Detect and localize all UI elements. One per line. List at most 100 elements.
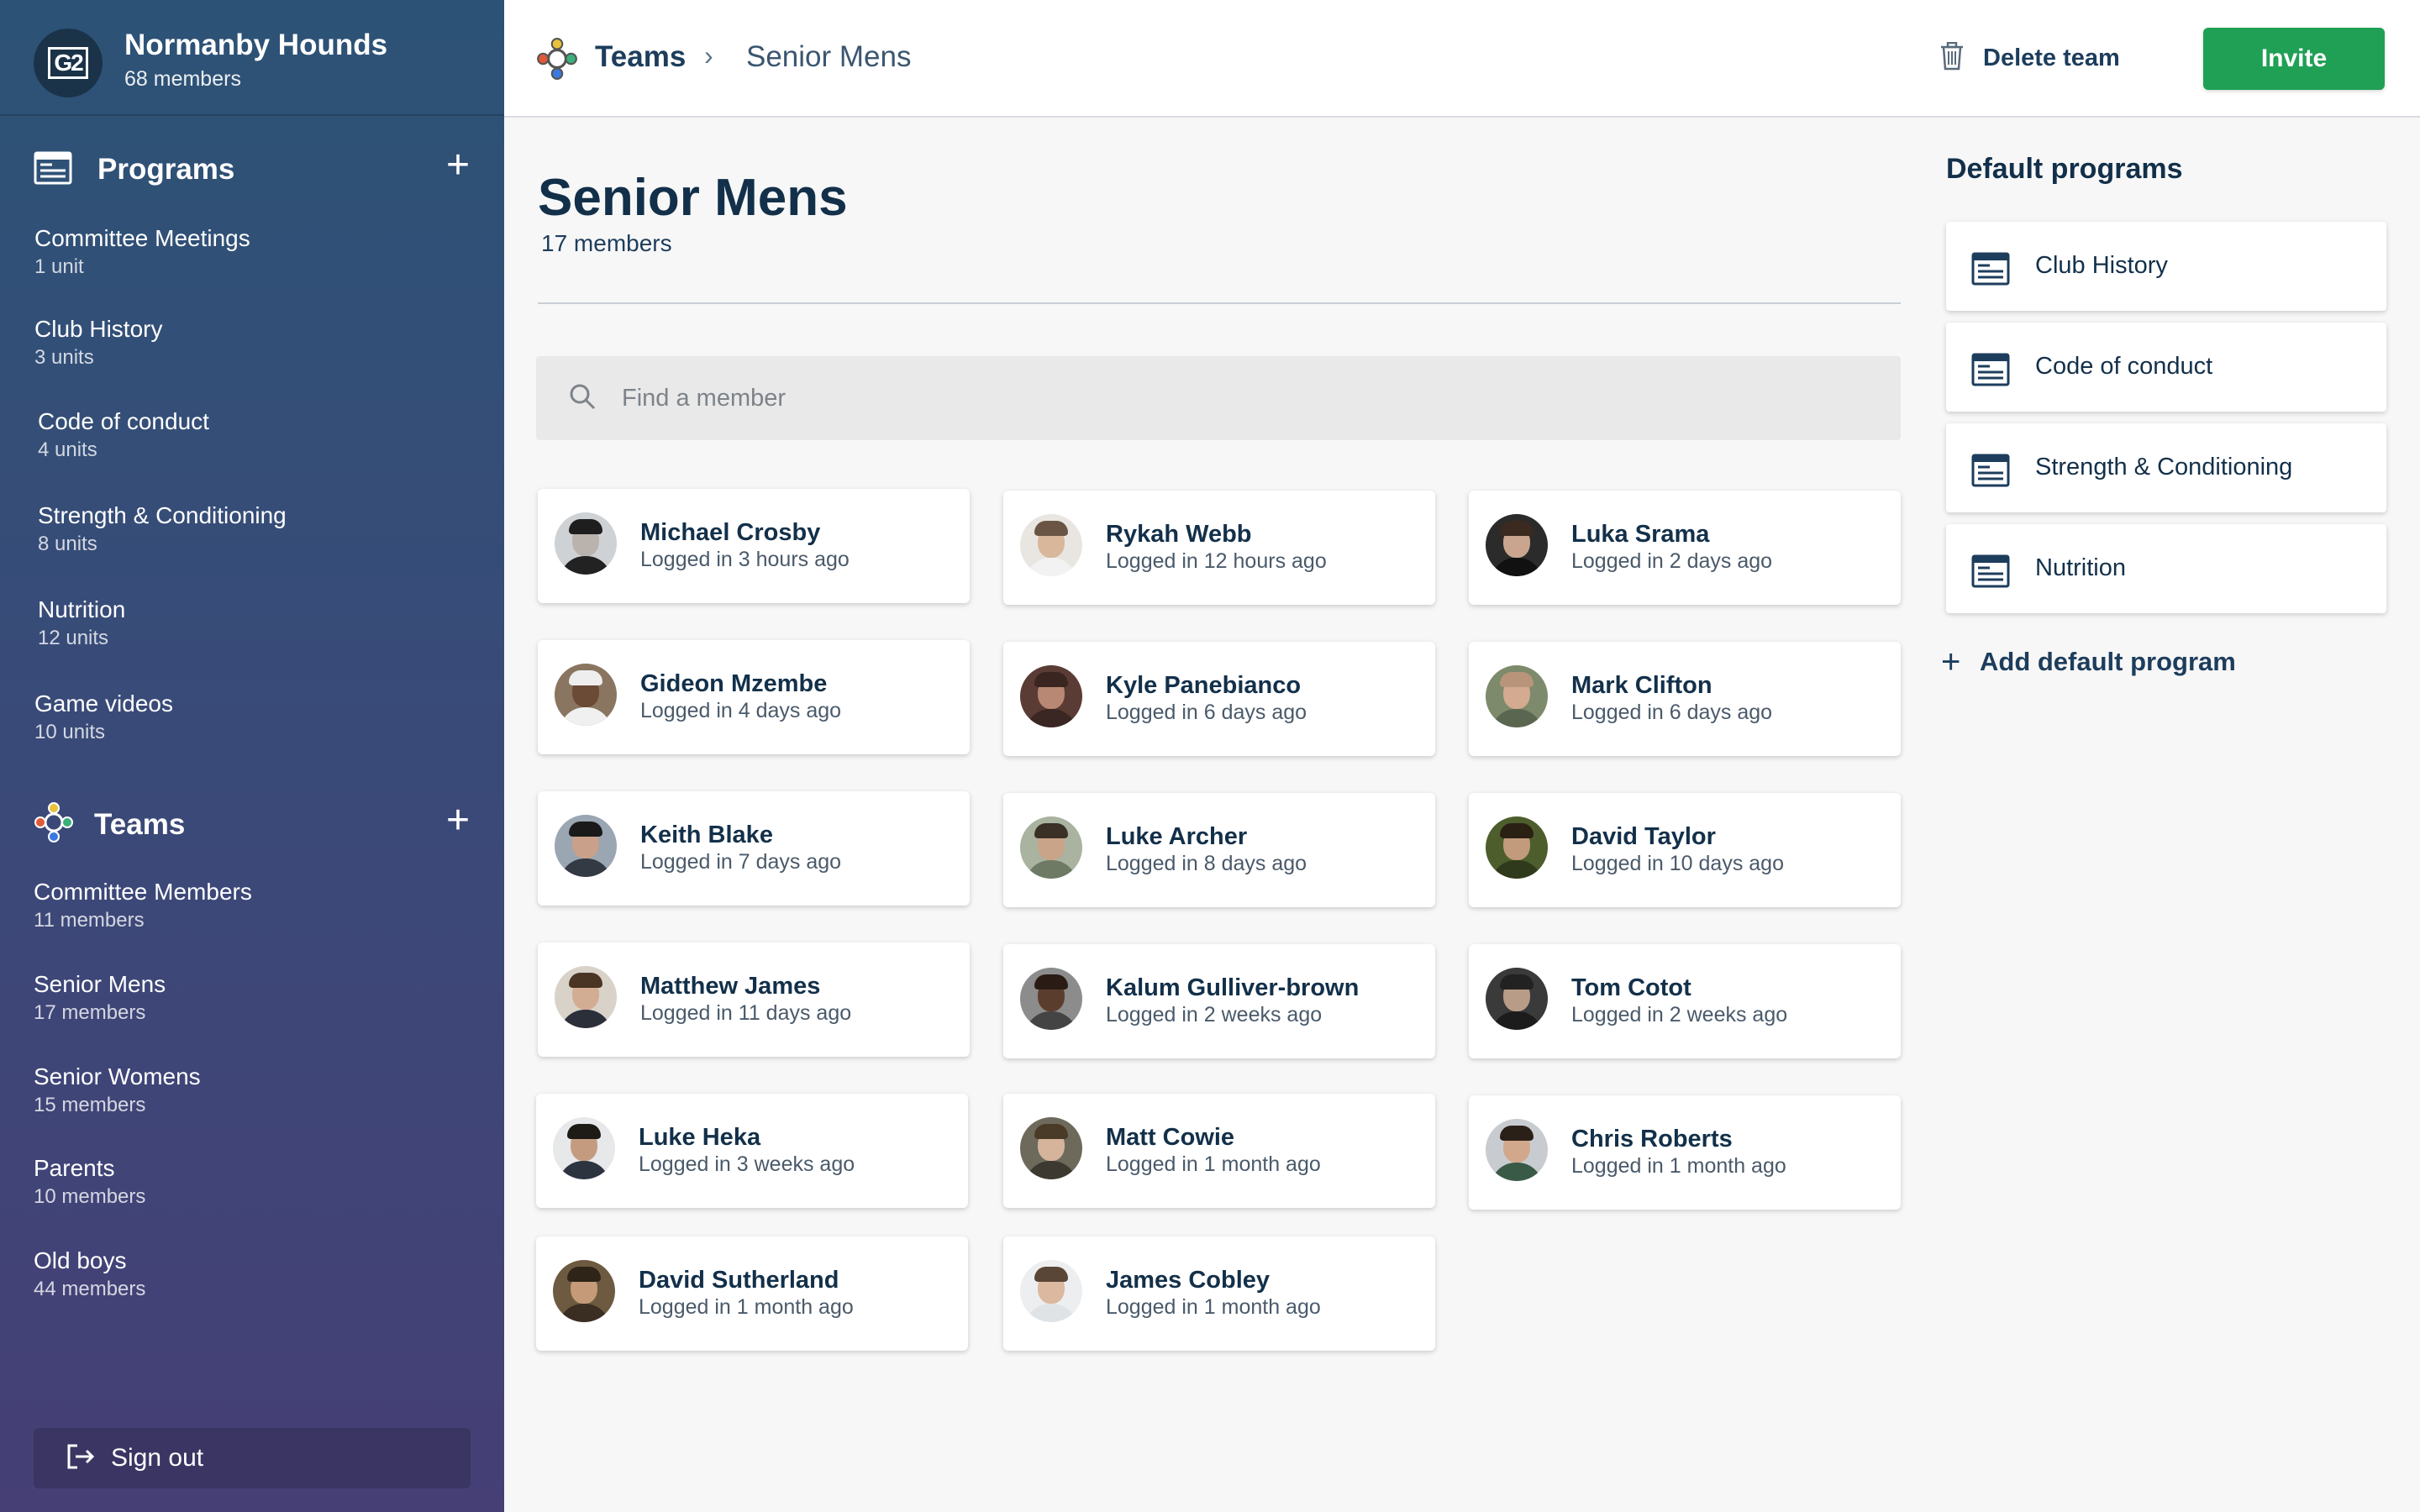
avatar: [1020, 514, 1082, 576]
programs-title: Programs: [97, 153, 235, 186]
default-program-label: Nutrition: [2035, 554, 2126, 581]
default-program-label: Club History: [2035, 252, 2168, 279]
default-program-item[interactable]: Club History: [1946, 222, 2386, 311]
member-name: Rykah Webb: [1106, 521, 1252, 548]
org-logo: G2: [34, 29, 103, 97]
team-icon: [34, 801, 74, 848]
member-card[interactable]: David Sutherland Logged in 1 month ago: [536, 1236, 968, 1351]
member-name: Chris Roberts: [1571, 1126, 1733, 1152]
member-status: Logged in 7 days ago: [640, 850, 842, 874]
breadcrumb-teams-link[interactable]: Teams: [595, 40, 686, 74]
member-name: Kalum Gulliver-brown: [1106, 974, 1360, 1001]
avatar: [1486, 968, 1548, 1030]
member-name: James Cobley: [1106, 1267, 1270, 1294]
add-default-program-button[interactable]: + Add default program: [1941, 643, 2236, 680]
avatar: [555, 512, 617, 575]
member-card[interactable]: Keith Blake Logged in 7 days ago: [538, 791, 970, 906]
sidebar-program-committee-meetings[interactable]: Committee Meetings 1 unit: [34, 225, 471, 279]
member-name: Luke Heka: [639, 1124, 761, 1151]
sidebar-team-senior-mens[interactable]: Senior Mens 17 members: [34, 971, 471, 1025]
avatar: [1486, 816, 1548, 879]
member-status: Logged in 1 month ago: [1571, 1154, 1786, 1178]
default-program-label: Strength & Conditioning: [2035, 454, 2293, 480]
default-program-item[interactable]: Code of conduct: [1946, 323, 2386, 412]
breadcrumb-separator: ›: [704, 40, 713, 71]
document-icon: [1971, 353, 2010, 391]
org-name: Normanby Hounds: [124, 29, 388, 61]
add-program-plus-icon[interactable]: +: [437, 145, 479, 188]
sidebar-team-parents[interactable]: Parents 10 members: [34, 1155, 471, 1209]
sidebar-team-senior-womens[interactable]: Senior Womens 15 members: [34, 1063, 471, 1117]
sign-out-button[interactable]: Sign out: [34, 1428, 471, 1488]
programs-header: Programs +: [34, 143, 479, 193]
avatar: [1020, 1260, 1082, 1322]
member-card[interactable]: David Taylor Logged in 10 days ago: [1469, 793, 1901, 907]
member-status: Logged in 1 month ago: [1106, 1295, 1321, 1319]
member-card[interactable]: Luke Heka Logged in 3 weeks ago: [536, 1094, 968, 1208]
avatar: [1486, 514, 1548, 576]
member-card[interactable]: Gideon Mzembe Logged in 4 days ago: [538, 640, 970, 754]
member-status: Logged in 4 days ago: [640, 699, 842, 722]
member-card[interactable]: Luka Srama Logged in 2 days ago: [1469, 491, 1901, 605]
member-status: Logged in 6 days ago: [1106, 701, 1307, 724]
sidebar-team-committee-members[interactable]: Committee Members 11 members: [34, 879, 471, 932]
document-icon: [34, 151, 72, 189]
member-card[interactable]: Mark Clifton Logged in 6 days ago: [1469, 642, 1901, 756]
member-search[interactable]: [536, 356, 1901, 440]
member-card[interactable]: Kyle Panebianco Logged in 6 days ago: [1003, 642, 1435, 756]
sidebar-program-club-history[interactable]: Club History 3 units: [34, 316, 471, 370]
avatar: [1020, 968, 1082, 1030]
member-card[interactable]: Chris Roberts Logged in 1 month ago: [1469, 1095, 1901, 1210]
member-status: Logged in 6 days ago: [1571, 701, 1773, 724]
search-icon: [568, 382, 597, 415]
member-status: Logged in 3 hours ago: [640, 548, 850, 571]
team-icon: [536, 37, 578, 85]
org-header[interactable]: G2 Normanby Hounds 68 members: [0, 0, 504, 116]
invite-button[interactable]: Invite: [2203, 28, 2385, 90]
default-program-item[interactable]: Nutrition: [1946, 524, 2386, 613]
member-name: Keith Blake: [640, 822, 773, 848]
teams-header: Teams +: [34, 798, 479, 848]
avatar: [553, 1117, 615, 1179]
avatar: [555, 664, 617, 726]
member-status: Logged in 10 days ago: [1571, 852, 1784, 875]
add-default-program-label: Add default program: [1980, 647, 2236, 676]
sign-out-icon: [66, 1443, 96, 1474]
member-card[interactable]: Matthew James Logged in 11 days ago: [538, 942, 970, 1057]
sidebar: G2 Normanby Hounds 68 members Programs +…: [0, 0, 504, 1512]
member-name: Matthew James: [640, 973, 821, 1000]
member-status: Logged in 2 weeks ago: [1106, 1003, 1323, 1026]
sidebar-program-game-videos[interactable]: Game videos 10 units: [34, 690, 471, 744]
org-member-count: 68 members: [124, 67, 241, 91]
search-input[interactable]: [622, 384, 1798, 412]
member-status: Logged in 8 days ago: [1106, 852, 1307, 875]
member-name: Mark Clifton: [1571, 672, 1712, 699]
member-name: Matt Cowie: [1106, 1124, 1235, 1151]
member-status: Logged in 3 weeks ago: [639, 1152, 855, 1176]
page-subtitle: 17 members: [541, 230, 672, 256]
member-name: Michael Crosby: [640, 519, 821, 546]
delete-team-button[interactable]: Delete team: [1939, 41, 2120, 75]
sidebar-team-old-boys[interactable]: Old boys 44 members: [34, 1247, 471, 1301]
member-card[interactable]: Tom Cotot Logged in 2 weeks ago: [1469, 944, 1901, 1058]
member-status: Logged in 11 days ago: [640, 1001, 852, 1025]
sidebar-program-nutrition[interactable]: Nutrition 12 units: [38, 596, 475, 650]
avatar: [553, 1260, 615, 1322]
member-name: Kyle Panebianco: [1106, 672, 1302, 699]
document-icon: [1971, 454, 2010, 491]
sidebar-program-code-of-conduct[interactable]: Code of conduct 4 units: [38, 408, 475, 462]
member-card[interactable]: Luke Archer Logged in 8 days ago: [1003, 793, 1435, 907]
default-program-label: Code of conduct: [2035, 353, 2213, 380]
sidebar-program-strength-conditioning[interactable]: Strength & Conditioning 8 units: [38, 502, 475, 556]
member-name: David Sutherland: [639, 1267, 839, 1294]
add-team-plus-icon[interactable]: +: [437, 801, 479, 843]
member-card[interactable]: Matt Cowie Logged in 1 month ago: [1003, 1094, 1435, 1208]
plus-icon: +: [1941, 643, 1961, 680]
default-program-item[interactable]: Strength & Conditioning: [1946, 423, 2386, 512]
member-card[interactable]: Kalum Gulliver-brown Logged in 2 weeks a…: [1003, 944, 1435, 1058]
member-card[interactable]: James Cobley Logged in 1 month ago: [1003, 1236, 1435, 1351]
member-card[interactable]: Rykah Webb Logged in 12 hours ago: [1003, 491, 1435, 605]
default-programs-title: Default programs: [1946, 153, 2183, 185]
member-card[interactable]: Michael Crosby Logged in 3 hours ago: [538, 489, 970, 603]
avatar: [1020, 665, 1082, 727]
